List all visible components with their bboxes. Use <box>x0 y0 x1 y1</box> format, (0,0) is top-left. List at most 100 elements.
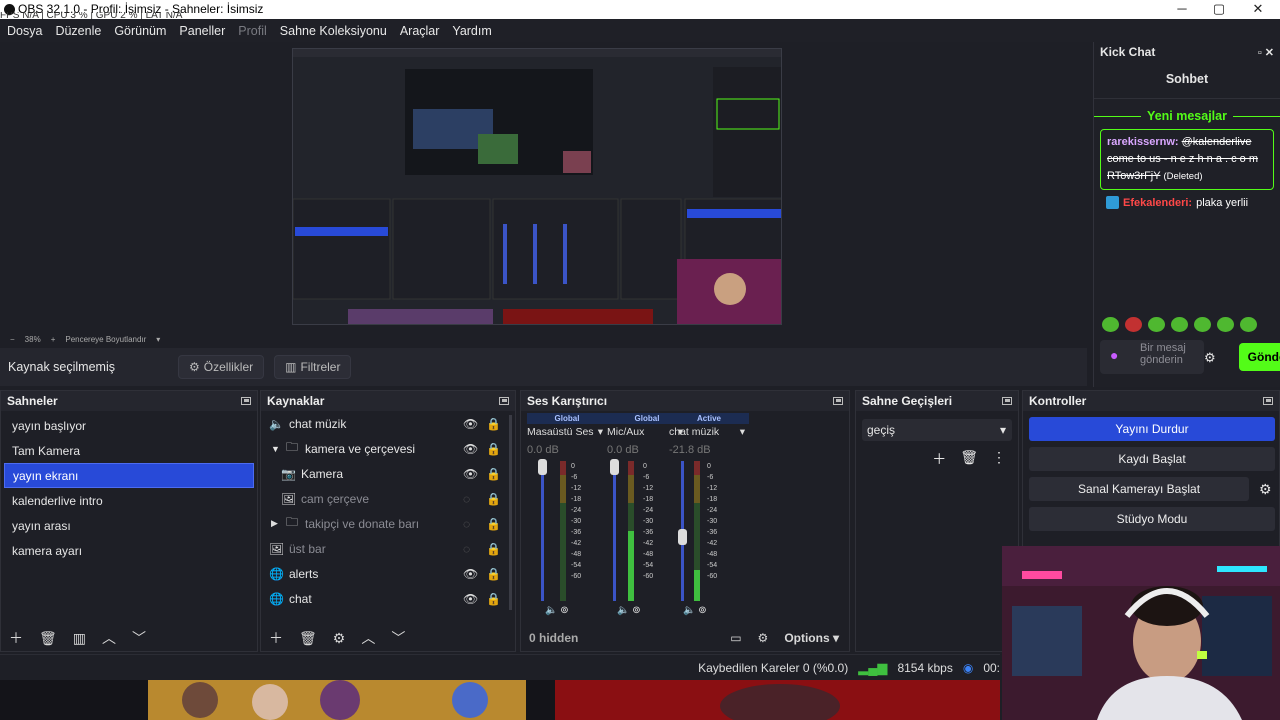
source-group[interactable]: ▼ 🗀 kamera ve çerçevesi 👁 🔒 <box>261 436 515 461</box>
move-up-chevron-icon[interactable]: ︿ <box>102 628 116 648</box>
lock-icon[interactable]: 🔒 <box>486 492 501 506</box>
add-source-icon[interactable]: ＋ <box>269 628 283 648</box>
start-recording-button[interactable]: Kaydı Başlat <box>1029 447 1275 471</box>
send-button[interactable]: Gönder <box>1239 343 1280 371</box>
mixer-options-button[interactable]: Options ▾ <box>784 631 839 645</box>
remove-transition-trash-icon[interactable]: 🗑 <box>960 449 978 469</box>
mute-speaker-icon[interactable]: 🔈 ⊚ <box>545 605 569 616</box>
emote-icon[interactable] <box>1240 317 1257 332</box>
scrollbar[interactable] <box>509 415 512 610</box>
minimize-button[interactable]: ─ <box>1172 1 1192 16</box>
chat-settings-gear-icon[interactable]: ⚙ <box>1204 350 1216 366</box>
filters-button[interactable]: ▥ Filtreler <box>274 355 352 379</box>
scene-item[interactable]: Tam Kamera <box>4 438 254 463</box>
menu-profil[interactable]: Profil <box>238 24 266 38</box>
add-transition-icon[interactable]: ＋ <box>932 449 946 469</box>
scene-item[interactable]: yayın arası <box>4 513 254 538</box>
eye-icon[interactable]: 👁 <box>463 417 478 431</box>
maximize-button[interactable]: ▢ <box>1209 1 1229 17</box>
properties-button[interactable]: ⚙ Özellikler <box>178 355 265 379</box>
stream-preview[interactable] <box>292 48 782 325</box>
move-up-chevron-icon[interactable]: ︿ <box>361 628 375 648</box>
eye-hidden-icon[interactable]: ◌ <box>463 542 470 556</box>
collapse-chevron-icon[interactable]: ▶ <box>271 518 285 529</box>
zoom-in-button[interactable]: + <box>51 335 56 344</box>
move-down-chevron-icon[interactable]: ﹀ <box>391 628 405 648</box>
eye-icon[interactable]: 👁 <box>463 442 478 456</box>
scene-item[interactable]: kamera ayarı <box>4 538 254 563</box>
source-item[interactable]: 🌐 alerts 👁 🔒 <box>261 561 515 586</box>
source-item[interactable]: 📷 Kamera 👁 🔒 <box>261 461 515 486</box>
add-scene-icon[interactable]: ＋ <box>9 628 23 648</box>
source-item[interactable]: 🖼 üst bar ◌ 🔒 <box>261 536 515 561</box>
menu-sahne-koleksiyonu[interactable]: Sahne Koleksiyonu <box>280 24 387 38</box>
remove-scene-trash-icon[interactable]: 🗑 <box>39 630 57 647</box>
dock-float-close-icons[interactable]: ▫ ✕ <box>1258 46 1274 59</box>
emote-icon[interactable] <box>1171 317 1188 332</box>
menu-araclar[interactable]: Araçlar <box>400 24 440 38</box>
stop-streaming-button[interactable]: Yayını Durdur <box>1029 417 1275 441</box>
dock-float-icon[interactable] <box>1002 397 1012 405</box>
dock-float-icon[interactable] <box>1263 397 1273 405</box>
source-group[interactable]: ▶ 🗀 takipçi ve donate barı ◌ 🔒 <box>261 511 515 536</box>
lock-icon[interactable]: 🔒 <box>486 467 501 481</box>
channel-dropdown-icon[interactable]: ▾ <box>598 426 603 438</box>
menu-yardim[interactable]: Yardım <box>452 24 491 38</box>
lock-icon[interactable]: 🔒 <box>486 542 501 556</box>
virtual-camera-gear-icon[interactable]: ⚙ <box>1259 481 1272 498</box>
start-virtual-camera-button[interactable]: Sanal Kamerayı Başlat <box>1029 477 1249 501</box>
emote-icon[interactable] <box>1217 317 1234 332</box>
hidden-count[interactable]: 0 hidden <box>529 631 578 645</box>
fit-dropdown-chevron-icon[interactable]: ▾ <box>156 335 160 344</box>
scene-item-selected[interactable]: yayın ekranı <box>4 463 254 488</box>
mute-speaker-icon[interactable]: 🔈 ⊚ <box>683 605 707 616</box>
fader-knob[interactable] <box>678 529 687 545</box>
expand-chevron-icon[interactable]: ▼ <box>271 444 285 454</box>
dock-float-icon[interactable] <box>241 397 251 405</box>
lock-icon[interactable]: 🔒 <box>486 442 501 456</box>
transition-select[interactable]: geçiş ▾ <box>862 419 1012 441</box>
chat-username[interactable]: Efekalenderi: <box>1123 197 1192 209</box>
fit-to-window[interactable]: Pencereye Boyutlandır <box>65 335 146 344</box>
menu-gorunum[interactable]: Görünüm <box>114 24 166 38</box>
studio-mode-button[interactable]: Stüdyo Modu <box>1029 507 1275 531</box>
dock-float-icon[interactable] <box>833 397 843 405</box>
layout-toggle-icon[interactable]: ▭ <box>730 631 741 645</box>
lock-icon[interactable]: 🔒 <box>486 592 501 606</box>
emote-icon[interactable] <box>1194 317 1211 332</box>
eye-icon[interactable]: 👁 <box>463 467 478 481</box>
emote-icon[interactable] <box>1148 317 1165 332</box>
source-item[interactable]: 🌐 chat 👁 🔒 <box>261 586 515 611</box>
source-item[interactable]: 🖼 cam çerçeve ◌ 🔒 <box>261 486 515 511</box>
emote-icon[interactable] <box>1125 317 1142 332</box>
remove-source-trash-icon[interactable]: 🗑 <box>299 630 317 647</box>
fader-knob[interactable] <box>610 459 619 475</box>
lock-icon[interactable]: 🔒 <box>486 417 501 431</box>
scene-item[interactable]: kalenderlive intro <box>4 488 254 513</box>
eye-hidden-icon[interactable]: ◌ <box>463 517 470 531</box>
scene-filters-icon[interactable]: ▥ <box>73 630 86 647</box>
transition-menu-icon[interactable]: ⋮ <box>992 449 1006 469</box>
volume-fader[interactable] <box>541 461 544 601</box>
eye-icon[interactable]: 👁 <box>463 592 478 606</box>
zoom-out-button[interactable]: − <box>10 335 15 344</box>
scene-item[interactable]: yayın başlıyor <box>4 413 254 438</box>
dock-float-icon[interactable] <box>499 397 509 405</box>
fader-knob[interactable] <box>538 459 547 475</box>
lock-icon[interactable]: 🔒 <box>486 517 501 531</box>
source-item[interactable]: 🔈 chat müzik 👁 🔒 <box>261 411 515 436</box>
lock-icon[interactable]: 🔒 <box>486 567 501 581</box>
close-button[interactable]: ✕ <box>1248 1 1268 17</box>
advanced-audio-gear-icon[interactable]: ⚙ <box>758 631 769 645</box>
eye-hidden-icon[interactable]: ◌ <box>463 492 470 506</box>
menu-paneller[interactable]: Paneller <box>179 24 225 38</box>
menu-dosya[interactable]: Dosya <box>7 24 42 38</box>
move-down-chevron-icon[interactable]: ﹀ <box>132 628 146 648</box>
volume-fader[interactable] <box>613 461 616 601</box>
eye-icon[interactable]: 👁 <box>463 567 478 581</box>
menu-duzenle[interactable]: Düzenle <box>55 24 101 38</box>
chat-input[interactable]: ● Bir mesaj gönderin <box>1100 340 1204 374</box>
chat-username[interactable]: rarekissernw: <box>1107 136 1179 148</box>
mute-speaker-icon[interactable]: 🔈 ⊚ <box>617 605 641 616</box>
emote-icon[interactable] <box>1102 317 1119 332</box>
